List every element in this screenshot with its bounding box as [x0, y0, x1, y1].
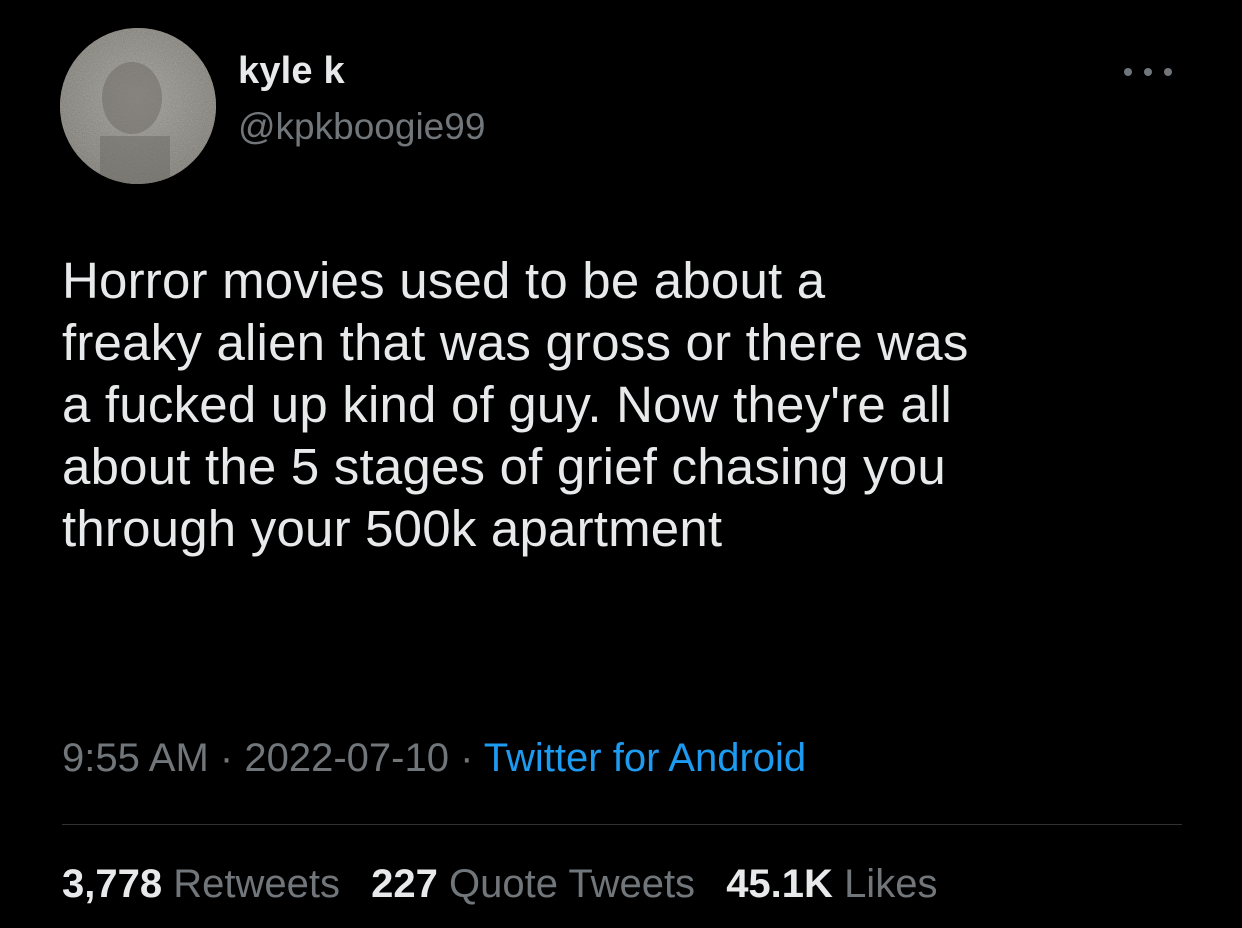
tweet-source-link[interactable]: Twitter for Android	[484, 736, 806, 780]
likes-label: Likes	[844, 862, 938, 906]
tweet-text: Horror movies used to be about a freaky …	[62, 252, 969, 557]
author-handle[interactable]: @kpkboogie99	[238, 106, 485, 148]
avatar-image	[60, 28, 216, 184]
author-display-name[interactable]: kyle k	[238, 50, 345, 93]
tweet-meta: 9:55 AM · 2022-07-10 · Twitter for Andro…	[62, 736, 806, 781]
tweet-date[interactable]: 2022-07-10	[244, 736, 449, 780]
likes-count: 45.1K	[726, 862, 833, 906]
more-button[interactable]	[1118, 60, 1178, 84]
quote-tweets-stat[interactable]: 227 Quote Tweets	[371, 862, 695, 907]
meta-separator: ·	[219, 736, 234, 780]
divider	[62, 824, 1182, 825]
likes-stat[interactable]: 45.1K Likes	[726, 862, 937, 907]
tweet-stats: 3,778 Retweets 227 Quote Tweets 45.1K Li…	[62, 862, 957, 907]
meta-separator: ·	[460, 736, 474, 780]
retweets-stat[interactable]: 3,778 Retweets	[62, 862, 340, 907]
tweet-time[interactable]: 9:55 AM	[62, 736, 209, 780]
tweet-card: kyle k @kpkboogie99 Horror movies used t…	[0, 0, 1242, 928]
retweets-label: Retweets	[173, 862, 340, 906]
retweets-count: 3,778	[62, 862, 163, 906]
quote-tweets-count: 227	[371, 862, 438, 906]
avatar[interactable]	[60, 28, 216, 184]
quote-tweets-label: Quote Tweets	[448, 862, 696, 906]
more-horizontal-icon	[1124, 68, 1172, 76]
